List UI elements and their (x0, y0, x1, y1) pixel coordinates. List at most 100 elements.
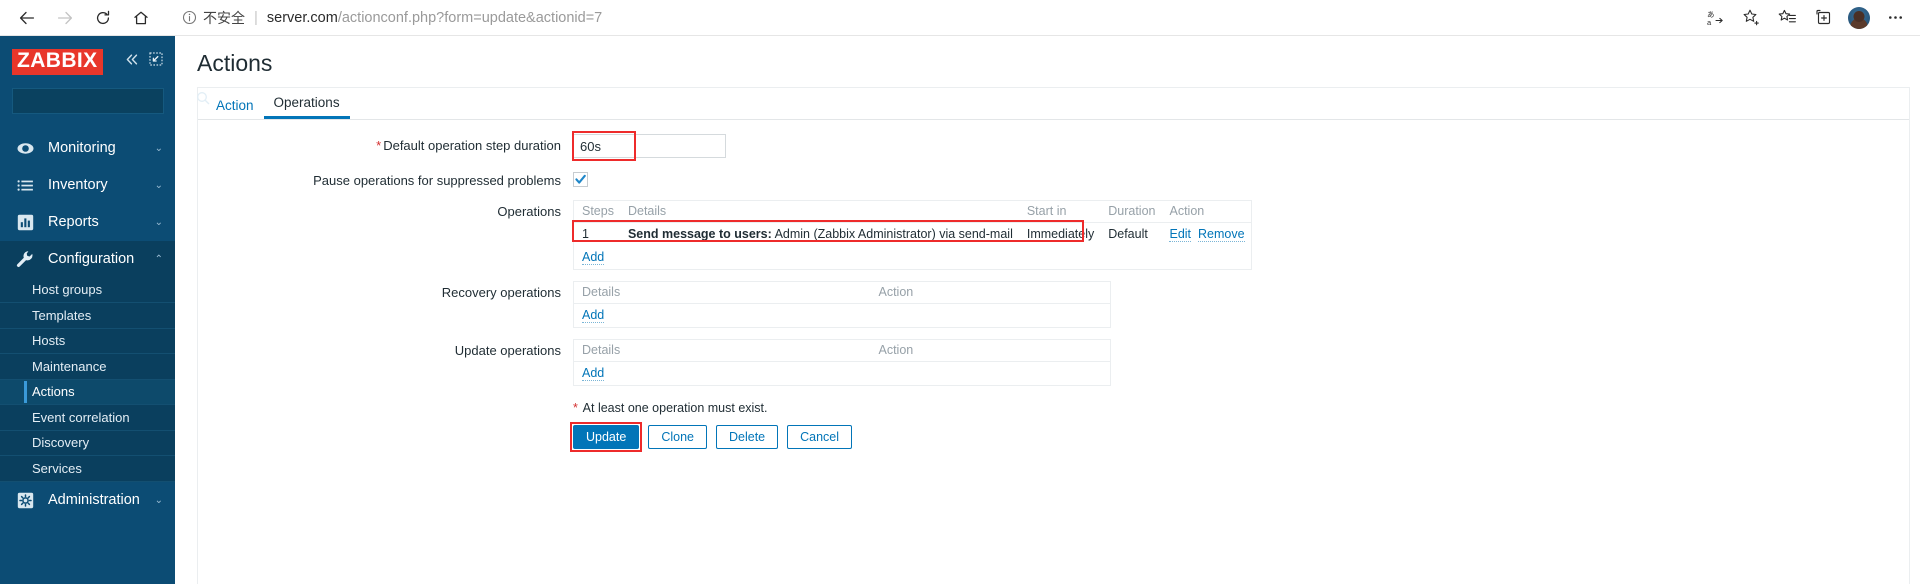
page-header: Actions (175, 36, 1920, 87)
sidebar-header: ZABBIX (0, 36, 175, 84)
reload-button[interactable] (84, 3, 122, 33)
field-row-recovery-operations: Recovery operations Details Action Add (198, 281, 1909, 328)
duration-label: * Default operation step duration (198, 134, 573, 153)
zabbix-logo[interactable]: ZABBIX (12, 49, 103, 75)
search-box[interactable] (12, 87, 210, 114)
field-row-pause: Pause operations for suppressed problems (198, 169, 1909, 189)
sidebar-subitem-templates[interactable]: Templates (0, 303, 175, 329)
add-operation-link[interactable]: Add (582, 250, 605, 265)
clone-button[interactable]: Clone (648, 425, 707, 449)
sidebar-subitem-maintenance[interactable]: Maintenance (0, 354, 175, 380)
tab-operations[interactable]: Operations (263, 95, 350, 119)
sidebar-subitem-hosts[interactable]: Hosts (0, 329, 175, 355)
duration-field-wrap (572, 131, 1909, 161)
operations-hint: * At least one operation must exist. (573, 401, 1909, 415)
check-icon (575, 174, 586, 184)
edit-link[interactable]: Edit (1169, 227, 1192, 242)
bar-chart-icon (14, 211, 36, 233)
address-bar[interactable]: 不安全 | server.com/actionconf.php?form=upd… (172, 2, 1690, 33)
search-input[interactable] (20, 93, 196, 109)
sidebar-item-label: Monitoring (48, 140, 116, 157)
recovery-operations-field-wrap: Details Action Add (573, 281, 1909, 328)
col-action: Action (870, 281, 1111, 304)
cancel-button[interactable]: Cancel (787, 425, 853, 449)
app-body: ZABBIX Monitoring ⌄ Inventory ⌄ Reports … (0, 36, 1920, 584)
sidebar-subitem-host-groups[interactable]: Host groups (0, 278, 175, 304)
sidebar-subitem-label: Maintenance (32, 358, 107, 374)
add-update-operation-link[interactable]: Add (582, 366, 605, 381)
table-header-row: Details Action (573, 281, 1111, 304)
operations-add-cell: Add (574, 246, 1252, 270)
details-bold: Send message to users: (627, 227, 772, 241)
sidebar-subitem-label: Templates (32, 307, 92, 323)
sidebar-item-configuration[interactable]: Configuration ⌃ (0, 240, 175, 278)
chevron-down-icon: ⌄ (154, 216, 163, 228)
recovery-operations-label: Recovery operations (441, 285, 561, 300)
recovery-add-cell: Add (574, 304, 1111, 328)
footer-spacer (198, 397, 573, 401)
sidebar-subitem-discovery[interactable]: Discovery (0, 431, 175, 457)
add-recovery-operation-link[interactable]: Add (582, 308, 605, 323)
url-host: server.com (266, 9, 338, 26)
sidebar-item-inventory[interactable]: Inventory ⌄ (0, 167, 175, 204)
sidebar-item-administration[interactable]: Administration ⌄ (0, 482, 175, 519)
sidebar-subitem-event-correlation[interactable]: Event correlation (0, 405, 175, 431)
chevron-down-icon: ⌄ (154, 494, 163, 506)
cell-details: Send message to users: Admin (Zabbix Adm… (620, 223, 1019, 247)
footer-field-wrap: * At least one operation must exist. Upd… (570, 397, 1909, 452)
security-status-text: 不安全 (203, 9, 245, 26)
sidebar-subitem-label: Hosts (32, 333, 66, 349)
url-text: server.com/actionconf.php?form=update&ac… (267, 10, 602, 26)
eye-icon (14, 137, 36, 159)
collapse-pane-icon[interactable] (149, 52, 163, 71)
col-details: Details (573, 339, 871, 362)
address-divider: | (254, 9, 258, 26)
more-options-icon[interactable] (1878, 3, 1912, 33)
sidebar-subitem-label: Actions (32, 384, 75, 400)
chevron-up-icon: ⌃ (154, 253, 163, 265)
sidebar-search-wrap (0, 84, 210, 124)
search-icon[interactable] (196, 91, 210, 110)
page-title: Actions (197, 50, 273, 76)
chevron-double-left-icon[interactable] (124, 53, 140, 71)
duration-input[interactable] (573, 134, 726, 158)
sidebar-subitem-services[interactable]: Services (0, 456, 175, 482)
collections-icon[interactable] (1806, 3, 1840, 33)
sidebar-item-reports[interactable]: Reports ⌄ (0, 204, 175, 241)
info-circle-icon[interactable] (182, 10, 197, 25)
sidebar-item-label: Inventory (48, 177, 108, 194)
sidebar-item-monitoring[interactable]: Monitoring ⌄ (0, 130, 175, 167)
main-content: Actions Action Operations * Default opera… (175, 36, 1920, 584)
browser-actions: あa (1698, 3, 1912, 33)
update-button[interactable]: Update (573, 425, 640, 449)
favorite-star-icon[interactable] (1734, 3, 1768, 33)
hint-text: At least one operation must exist. (582, 401, 768, 415)
favorites-list-icon[interactable] (1770, 3, 1804, 33)
cell-step: 1 (582, 227, 589, 241)
update-operations-table: Details Action Add (573, 339, 1111, 386)
table-row: 1 Send message to users: Admin (Zabbix A… (574, 223, 1252, 247)
required-marker: * (376, 138, 382, 153)
sidebar-menu: Monitoring ⌄ Inventory ⌄ Reports ⌄ Confi… (0, 130, 175, 519)
sidebar-item-label: Configuration (48, 251, 135, 268)
form-buttons: Update Clone Delete Cancel (570, 422, 1909, 452)
home-button[interactable] (122, 3, 160, 33)
pause-label: Pause operations for suppressed problems (313, 173, 561, 188)
pause-checkbox[interactable] (573, 172, 588, 187)
cell-duration: Default (1108, 227, 1148, 241)
profile-avatar[interactable] (1842, 3, 1876, 33)
translate-icon[interactable]: あa (1698, 3, 1732, 33)
delete-button[interactable]: Delete (715, 425, 779, 449)
avatar (1848, 6, 1870, 29)
pause-field-wrap (573, 169, 1909, 189)
table-header-row: Steps Details Start in Duration Action (573, 200, 1252, 223)
field-row-duration: * Default operation step duration (198, 131, 1909, 161)
sidebar-subitem-actions[interactable]: Actions (0, 379, 175, 406)
form-card: Action Operations * Default operation ste… (197, 87, 1910, 584)
remove-link[interactable]: Remove (1197, 227, 1245, 242)
forward-button[interactable] (46, 3, 84, 33)
sidebar-subitem-label: Services (32, 460, 82, 476)
back-button[interactable] (8, 3, 46, 33)
tab-action[interactable]: Action (206, 98, 264, 119)
chevron-down-icon: ⌄ (154, 179, 163, 191)
